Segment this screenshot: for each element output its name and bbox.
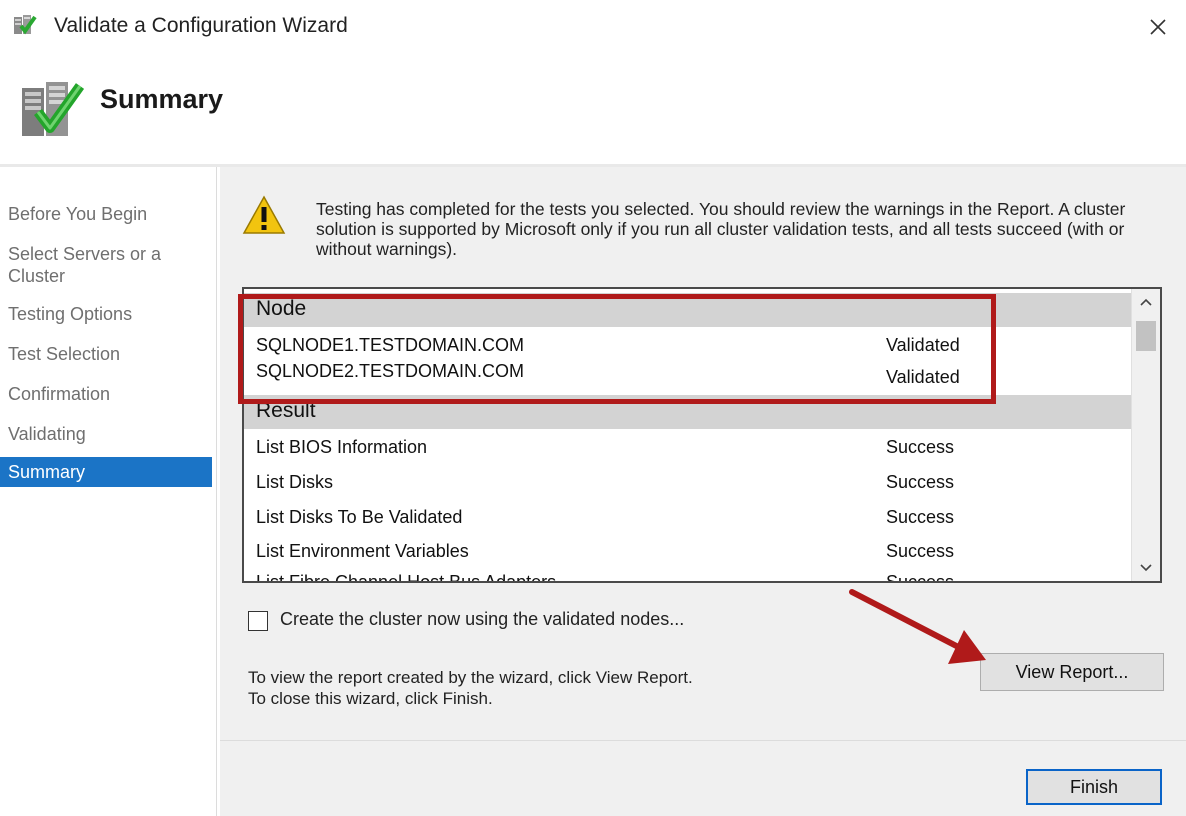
node-group-header: Node <box>244 293 1132 327</box>
scroll-thumb[interactable] <box>1136 321 1156 351</box>
results-listbox[interactable]: Node SQLNODE1.TESTDOMAIN.COM Validated S… <box>242 287 1162 583</box>
result-group-header: Result <box>244 395 1132 429</box>
footer-divider <box>220 740 1186 741</box>
result-status: Success <box>886 507 955 527</box>
cluster-validate-icon <box>22 82 85 136</box>
report-instructions: To view the report created by the wizard… <box>248 667 693 709</box>
nav-item-summary[interactable]: Summary <box>0 457 212 487</box>
result-status: Success <box>886 541 955 561</box>
result-name: List Environment Variables <box>256 541 469 561</box>
nav-item-test-selection[interactable]: Test Selection <box>0 343 212 365</box>
wizard-header: Summary <box>0 54 1186 164</box>
window-title: Validate a Configuration Wizard <box>54 14 348 37</box>
chevron-down-icon <box>1140 564 1152 572</box>
nav-item-testing-options[interactable]: Testing Options <box>0 303 212 325</box>
nav-item-confirmation[interactable]: Confirmation <box>0 383 212 405</box>
nav-item-select-servers[interactable]: Select Servers or a Cluster <box>0 243 190 287</box>
red-arrow-icon <box>849 589 986 664</box>
result-name: List BIOS Information <box>256 437 428 457</box>
result-status: Success <box>886 437 955 457</box>
scroll-down-button[interactable] <box>1132 555 1160 581</box>
vertical-scrollbar[interactable] <box>1131 289 1160 581</box>
chevron-up-icon <box>1140 298 1152 306</box>
node-name: SQLNODE1.TESTDOMAIN.COM <box>256 335 525 355</box>
nav-item-before-you-begin[interactable]: Before You Begin <box>0 203 212 225</box>
create-cluster-checkbox[interactable] <box>248 611 268 631</box>
scroll-up-button[interactable] <box>1132 289 1160 315</box>
result-name: List Fibre Channel Host Bus Adapters <box>256 572 557 583</box>
result-name: List Disks <box>256 472 334 492</box>
node-name: SQLNODE2.TESTDOMAIN.COM <box>256 361 525 381</box>
create-cluster-label[interactable]: Create the cluster now using the validat… <box>280 609 684 630</box>
result-status: Success <box>886 472 955 492</box>
close-icon <box>1150 19 1166 35</box>
page-title: Summary <box>100 84 224 114</box>
wizard-steps-nav: Before You Begin Select Servers or a Clu… <box>0 167 217 816</box>
finish-button[interactable]: Finish <box>1026 769 1162 805</box>
close-button[interactable] <box>1130 0 1186 54</box>
nav-item-validating[interactable]: Validating <box>0 423 212 445</box>
summary-message: Testing has completed for the tests you … <box>316 199 1126 259</box>
cluster-wizard-icon <box>14 15 37 35</box>
view-report-instruction: To view the report created by the wizard… <box>248 668 693 687</box>
result-status: Success <box>886 572 955 583</box>
result-name: List Disks To Be Validated <box>256 507 463 527</box>
content-pane: Testing has completed for the tests you … <box>220 167 1186 816</box>
title-bar: Validate a Configuration Wizard <box>0 0 1186 54</box>
node-status: Validated <box>886 367 960 387</box>
node-status: Validated <box>886 335 960 355</box>
warning-icon <box>242 195 286 234</box>
finish-instruction: To close this wizard, click Finish. <box>248 689 493 708</box>
